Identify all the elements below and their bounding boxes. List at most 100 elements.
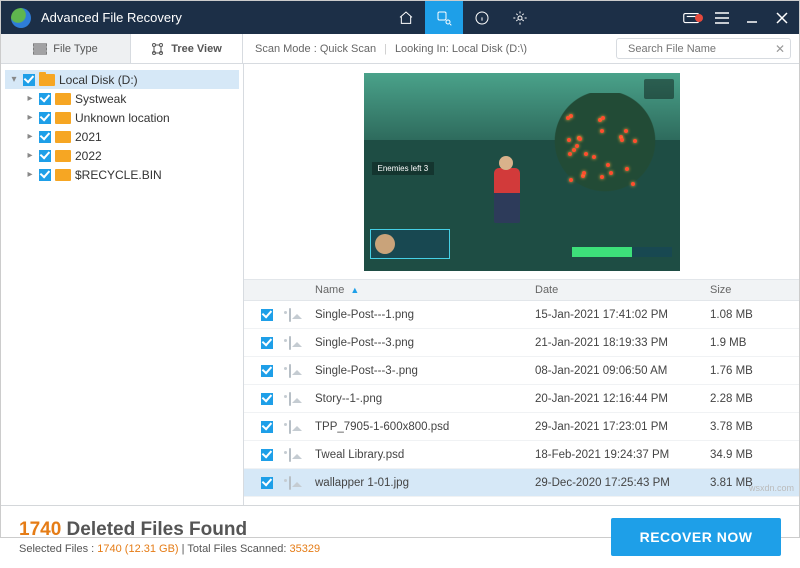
col-size[interactable]: Size bbox=[710, 284, 799, 296]
preview-image: Enemies left 3 bbox=[364, 73, 680, 271]
expand-icon[interactable]: ▸ bbox=[25, 169, 35, 180]
tree-item-label: $RECYCLE.BIN bbox=[75, 168, 162, 182]
cell-date: 20-Jan-2021 12:16:44 PM bbox=[535, 393, 710, 405]
table-row[interactable]: Single-Post---3.png21-Jan-2021 18:19:33 … bbox=[244, 329, 799, 357]
row-checkbox[interactable] bbox=[261, 365, 273, 377]
tree-item[interactable]: ▾ Local Disk (D:) bbox=[5, 70, 239, 89]
row-checkbox[interactable] bbox=[261, 477, 273, 489]
folder-icon bbox=[55, 169, 71, 181]
close-button[interactable] bbox=[769, 12, 795, 24]
titlebar: Advanced File Recovery bbox=[1, 1, 799, 34]
table-row[interactable]: Single-Post---3-.png08-Jan-2021 09:06:50… bbox=[244, 357, 799, 385]
tree-item-label: Systweak bbox=[75, 92, 126, 106]
table-row[interactable]: Tweal Library.psd18-Feb-2021 19:24:37 PM… bbox=[244, 441, 799, 469]
cell-size: 1.9 MB bbox=[710, 337, 799, 349]
tree-item[interactable]: ▸ 2021 bbox=[5, 127, 239, 146]
recover-button[interactable]: RECOVER NOW bbox=[611, 518, 781, 556]
tree-item[interactable]: ▸ Unknown location bbox=[5, 108, 239, 127]
tree-checkbox[interactable] bbox=[39, 169, 51, 181]
toolbar: File Type Tree View Scan Mode : Quick Sc… bbox=[1, 34, 799, 64]
cell-date: 08-Jan-2021 09:06:50 AM bbox=[535, 365, 710, 377]
info-button[interactable] bbox=[463, 1, 501, 34]
cell-name: TPP_7905-1-600x800.psd bbox=[315, 421, 535, 433]
search-box[interactable]: ✕ bbox=[616, 38, 791, 59]
upgrade-button[interactable] bbox=[679, 11, 705, 25]
col-name[interactable]: Name▲ bbox=[315, 284, 535, 296]
cell-size: 3.78 MB bbox=[710, 421, 799, 433]
menu-button[interactable] bbox=[709, 12, 735, 24]
image-file-icon bbox=[289, 364, 291, 378]
row-checkbox[interactable] bbox=[261, 421, 273, 433]
table-row[interactable]: Single-Post---1.png15-Jan-2021 17:41:02 … bbox=[244, 301, 799, 329]
tree-item-label: 2021 bbox=[75, 130, 102, 144]
tree-checkbox[interactable] bbox=[39, 93, 51, 105]
cell-name: wallapper 1-01.jpg bbox=[315, 477, 535, 489]
preview-area: Enemies left 3 bbox=[244, 64, 799, 279]
tab-tree-view-label: Tree View bbox=[171, 43, 222, 55]
image-file-icon bbox=[289, 336, 291, 350]
tree-item[interactable]: ▸ $RECYCLE.BIN bbox=[5, 165, 239, 184]
tab-file-type[interactable]: File Type bbox=[1, 34, 131, 63]
row-checkbox[interactable] bbox=[261, 309, 273, 321]
settings-button[interactable] bbox=[501, 1, 539, 34]
tree-item-label: 2022 bbox=[75, 149, 102, 163]
content-panel: Enemies left 3 Name▲ Date Size Single-Po… bbox=[244, 64, 799, 505]
expand-icon[interactable]: ▸ bbox=[25, 150, 35, 161]
search-input[interactable] bbox=[628, 43, 770, 55]
tab-tree-view[interactable]: Tree View bbox=[131, 34, 243, 63]
expand-icon[interactable]: ▸ bbox=[25, 131, 35, 142]
folder-icon bbox=[55, 112, 71, 124]
image-file-icon bbox=[289, 420, 291, 434]
row-checkbox[interactable] bbox=[261, 449, 273, 461]
cell-name: Single-Post---3-.png bbox=[315, 365, 535, 377]
cell-name: Single-Post---1.png bbox=[315, 309, 535, 321]
table-body: Single-Post---1.png15-Jan-2021 17:41:02 … bbox=[244, 301, 799, 497]
table-row[interactable]: TPP_7905-1-600x800.psd29-Jan-2021 17:23:… bbox=[244, 413, 799, 441]
row-checkbox[interactable] bbox=[261, 393, 273, 405]
sort-asc-icon: ▲ bbox=[350, 285, 359, 295]
watermark: wsxdn.com bbox=[749, 483, 794, 493]
footer-stats: 1740 Deleted Files Found Selected Files … bbox=[19, 519, 320, 555]
expand-icon[interactable]: ▸ bbox=[25, 93, 35, 104]
tree-checkbox[interactable] bbox=[39, 112, 51, 124]
tree-item[interactable]: ▸ Systweak bbox=[5, 89, 239, 108]
table-header: Name▲ Date Size bbox=[244, 279, 799, 301]
tree-item[interactable]: ▸ 2022 bbox=[5, 146, 239, 165]
tab-file-type-label: File Type bbox=[53, 43, 97, 55]
minimize-button[interactable] bbox=[739, 12, 765, 24]
tree-item-label: Unknown location bbox=[75, 111, 170, 125]
folder-icon bbox=[55, 131, 71, 143]
expand-icon[interactable]: ▾ bbox=[9, 74, 19, 85]
folder-icon bbox=[55, 150, 71, 162]
tree-item-label: Local Disk (D:) bbox=[59, 73, 138, 87]
main: ▾ Local Disk (D:) ▸ Systweak ▸ Unknown locati… bbox=[1, 64, 799, 505]
footer-subline: Selected Files : 1740 (12.31 GB) | Total… bbox=[19, 543, 320, 555]
cell-size: 1.08 MB bbox=[710, 309, 799, 321]
col-date[interactable]: Date bbox=[535, 284, 710, 296]
cell-date: 29-Dec-2020 17:25:43 PM bbox=[535, 477, 710, 489]
cell-date: 21-Jan-2021 18:19:33 PM bbox=[535, 337, 710, 349]
titlebar-center-icons bbox=[387, 1, 539, 34]
folder-icon bbox=[39, 74, 55, 86]
search-clear-icon[interactable]: ✕ bbox=[775, 42, 785, 56]
cell-size: 2.28 MB bbox=[710, 393, 799, 405]
footer: 1740 Deleted Files Found Selected Files … bbox=[1, 505, 799, 568]
table-row[interactable]: Story--1-.png20-Jan-2021 12:16:44 PM2.28… bbox=[244, 385, 799, 413]
tree-checkbox[interactable] bbox=[23, 74, 35, 86]
image-file-icon bbox=[289, 448, 291, 462]
cell-date: 18-Feb-2021 19:24:37 PM bbox=[535, 449, 710, 461]
tree-checkbox[interactable] bbox=[39, 131, 51, 143]
tree-checkbox[interactable] bbox=[39, 150, 51, 162]
image-file-icon bbox=[289, 392, 291, 406]
home-button[interactable] bbox=[387, 1, 425, 34]
row-checkbox[interactable] bbox=[261, 337, 273, 349]
cell-name: Story--1-.png bbox=[315, 393, 535, 405]
table-row[interactable]: wallapper 1-01.jpg29-Dec-2020 17:25:43 P… bbox=[244, 469, 799, 497]
scan-info: Scan Mode : Quick Scan | Looking In: Loc… bbox=[243, 34, 612, 63]
scan-button[interactable] bbox=[425, 1, 463, 34]
cell-date: 15-Jan-2021 17:41:02 PM bbox=[535, 309, 710, 321]
expand-icon[interactable]: ▸ bbox=[25, 112, 35, 123]
cell-size: 1.76 MB bbox=[710, 365, 799, 377]
image-file-icon bbox=[289, 308, 291, 322]
cell-name: Single-Post---3.png bbox=[315, 337, 535, 349]
